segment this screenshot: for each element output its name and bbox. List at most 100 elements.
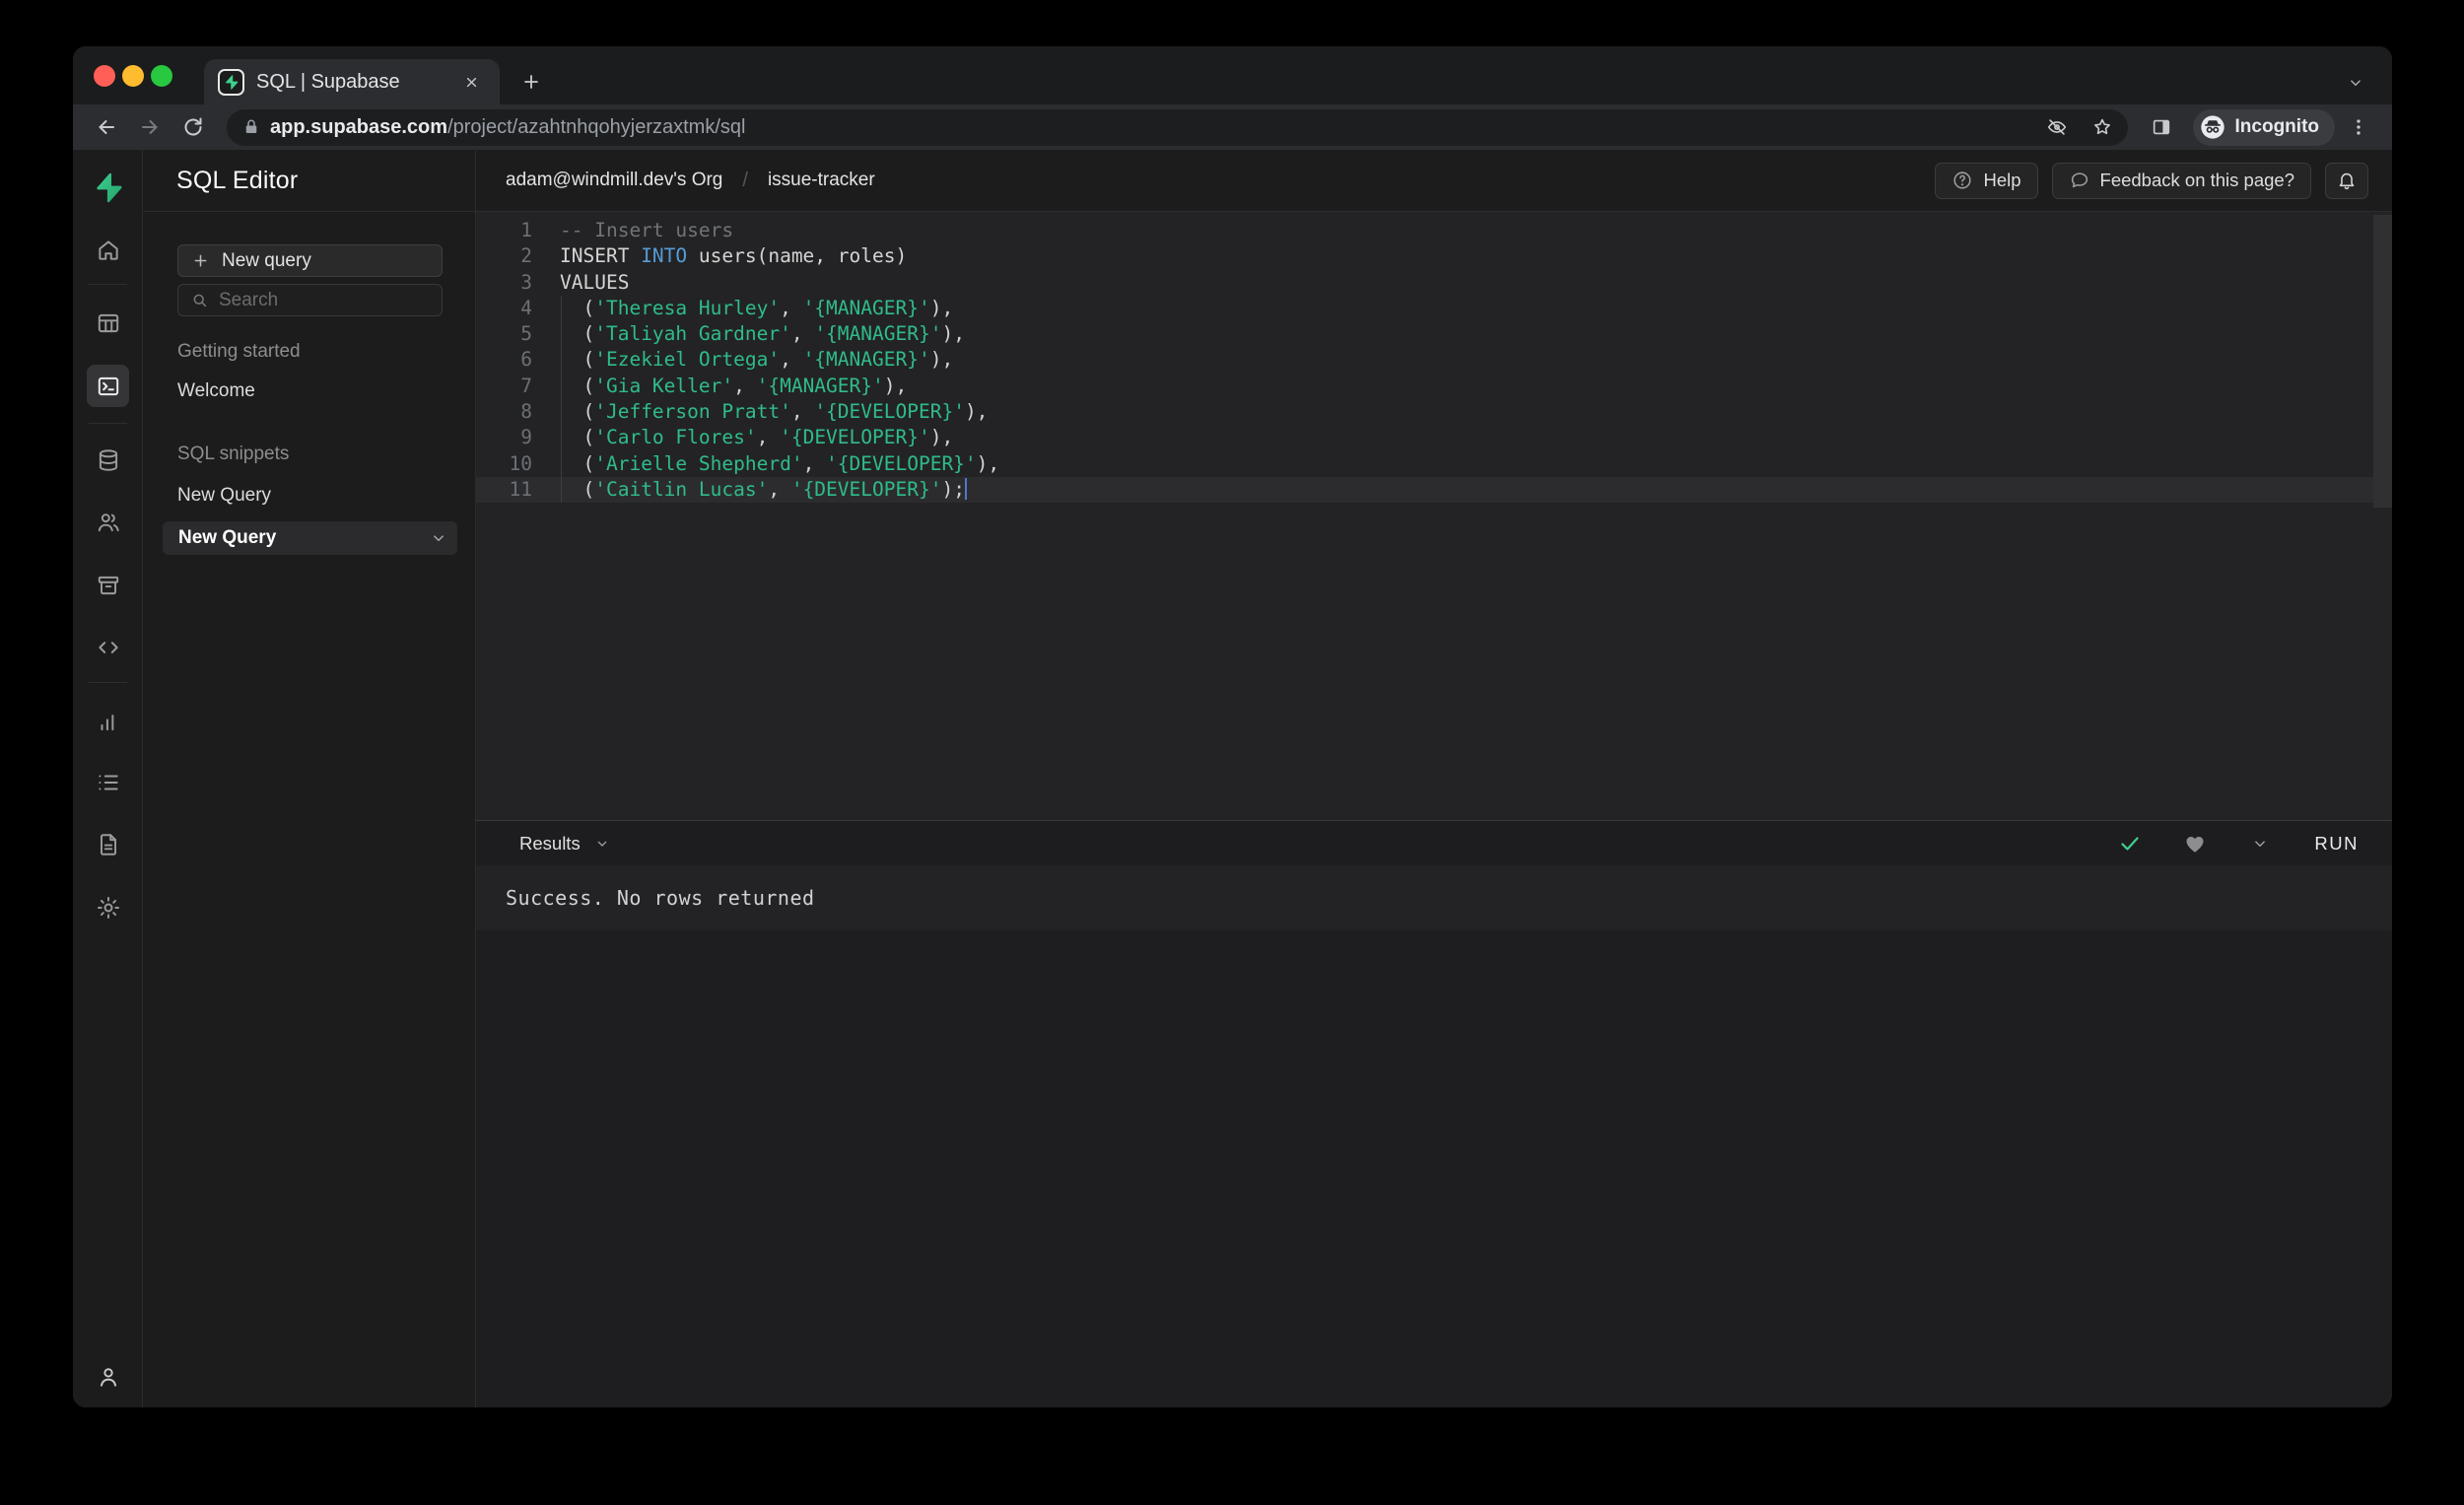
rail-item-sql-editor[interactable] [87, 365, 129, 407]
search-input[interactable] [219, 289, 430, 311]
back-icon[interactable] [87, 107, 126, 147]
help-circle-icon [1951, 170, 1973, 191]
code-line[interactable]: 11 ('Caitlin Lucas', '{DEVELOPER}'); [476, 476, 2392, 504]
chevron-down-icon[interactable] [430, 529, 447, 547]
rail-item-reports[interactable] [87, 700, 129, 742]
supabase-logo-icon[interactable] [91, 171, 125, 205]
sidebar-item-welcome[interactable]: Welcome [177, 380, 255, 402]
address-bar[interactable]: app.supabase.com/project/azahtnhqohyjerz… [227, 108, 2128, 146]
breadcrumb-org[interactable]: adam@windmill.dev's Org [506, 170, 722, 191]
sql-editor[interactable]: 1 -- Insert users 2 INSERT INTO users(name,… [476, 212, 2392, 820]
breadcrumb-separator: / [742, 169, 748, 191]
rail-item-home[interactable] [87, 229, 129, 271]
url-path: /project/azahtnhqohyjerzaxtmk/sql [447, 115, 746, 138]
sidebar-item-new-query-active[interactable]: New Query [163, 521, 457, 555]
indent-guide [561, 295, 562, 322]
home-icon [98, 239, 118, 260]
rail-item-authentication[interactable] [87, 501, 129, 543]
url-text: app.supabase.com/project/azahtnhqohyjerz… [270, 116, 2029, 139]
code-line[interactable]: 9 ('Carlo Flores', '{DEVELOPER}'), [476, 425, 2392, 451]
editor-minimap[interactable] [2373, 215, 2392, 508]
code-line[interactable]: 2 INSERT INTO users(name, roles) [476, 243, 2392, 269]
tab-strip: SQL | Supabase [73, 46, 2392, 104]
header-actions: Help Feedback on this page? [1935, 162, 2368, 199]
text-cursor [964, 477, 968, 500]
user-icon [100, 1367, 116, 1387]
database-icon [99, 448, 117, 471]
help-label: Help [1983, 170, 2021, 190]
tab-list-chevron-icon[interactable] [2341, 68, 2370, 98]
code-line[interactable]: 7 ('Gia Keller', '{MANAGER}'), [476, 373, 2392, 400]
window-zoom-button[interactable] [151, 65, 172, 87]
tab-close-icon[interactable] [456, 67, 486, 97]
new-query-button[interactable]: New query [177, 244, 443, 277]
window-close-button[interactable] [94, 65, 115, 87]
code-line[interactable]: 1 -- Insert users [476, 218, 2392, 243]
section-sql-snippets: SQL snippets [177, 444, 290, 464]
code-text: -- Insert users [560, 219, 734, 241]
sidebar-item-new-query[interactable]: New Query [177, 485, 271, 507]
code-line[interactable]: 8 ('Jefferson Pratt', '{DEVELOPER}'), [476, 399, 2392, 426]
code-line[interactable]: 3 VALUES [476, 270, 2392, 296]
indent-guide [561, 321, 562, 348]
line-number: 4 [520, 296, 532, 319]
section-getting-started: Getting started [177, 341, 301, 362]
line-number: 3 [520, 270, 532, 294]
code-text: ('Jefferson Pratt', '{DEVELOPER}'), [560, 400, 989, 424]
breadcrumb-project[interactable]: issue-tracker [768, 170, 875, 191]
line-number: 6 [520, 348, 532, 372]
browser-menu-icon[interactable] [2339, 107, 2378, 147]
code-text: ('Taliyah Gardner', '{MANAGER}'), [560, 322, 965, 346]
eye-off-icon[interactable] [2039, 109, 2075, 145]
rail-account-button[interactable] [87, 1355, 129, 1398]
code-line[interactable]: 10 ('Arielle Shepherd', '{DEVELOPER}'), [476, 450, 2392, 477]
rail-item-api-docs[interactable] [87, 823, 129, 865]
browser-tab[interactable]: SQL | Supabase [204, 59, 500, 104]
run-button[interactable]: RUN [2314, 833, 2359, 855]
url-domain: app.supabase.com [270, 115, 448, 138]
active-snippet-label: New Query [178, 527, 277, 548]
nav-rail [73, 150, 143, 1407]
list-icon [98, 775, 118, 789]
help-button[interactable]: Help [1935, 162, 2038, 199]
rail-item-table-editor[interactable] [87, 302, 129, 344]
new-query-button-label: New query [222, 249, 311, 271]
line-number: 5 [520, 322, 532, 346]
rail-item-storage[interactable] [87, 564, 129, 606]
code-line[interactable]: 5 ('Taliyah Gardner', '{MANAGER}'), [476, 321, 2392, 348]
results-empty-area [476, 930, 2392, 1407]
bell-icon [2339, 172, 2355, 190]
side-panel-icon[interactable] [2142, 107, 2181, 147]
code-text: INSERT INTO users(name, roles) [560, 244, 908, 268]
success-check-icon [2113, 827, 2147, 860]
results-bar: Results RUN [476, 820, 2392, 865]
browser-toolbar: app.supabase.com/project/azahtnhqohyjerz… [73, 104, 2392, 150]
new-tab-button[interactable] [513, 64, 549, 100]
run-options-chevron-icon[interactable] [2243, 827, 2277, 860]
code-line[interactable]: 6 ('Ezekiel Ortega', '{MANAGER}'), [476, 347, 2392, 374]
line-number: 11 [509, 477, 532, 501]
breadcrumb: adam@windmill.dev's Org / issue-tracker [506, 170, 875, 192]
lock-icon [242, 118, 260, 136]
search-box[interactable] [177, 284, 443, 316]
feedback-button[interactable]: Feedback on this page? [2051, 162, 2311, 199]
window-minimize-button[interactable] [122, 65, 144, 87]
results-output: Success. No rows returned [476, 865, 2392, 930]
favorite-heart-icon[interactable] [2178, 827, 2212, 860]
rail-item-logs[interactable] [87, 761, 129, 803]
bookmark-star-icon[interactable] [2085, 109, 2120, 145]
tab-title: SQL | Supabase [256, 70, 400, 93]
rail-item-database[interactable] [87, 439, 129, 481]
incognito-badge: Incognito [2192, 108, 2335, 146]
code-icon [98, 641, 118, 653]
rail-item-settings[interactable] [87, 886, 129, 928]
notifications-button[interactable] [2325, 162, 2368, 199]
supabase-app: SQL Editor New query Getting started Wel… [73, 150, 2392, 1407]
forward-icon[interactable] [130, 107, 170, 147]
results-dropdown[interactable]: Results [519, 833, 610, 855]
rail-item-edge-functions[interactable] [87, 626, 129, 668]
reload-icon[interactable] [173, 107, 213, 147]
page-title: SQL Editor [176, 166, 299, 194]
code-line[interactable]: 4 ('Theresa Hurley', '{MANAGER}'), [476, 295, 2392, 322]
indent-guide [561, 373, 562, 400]
